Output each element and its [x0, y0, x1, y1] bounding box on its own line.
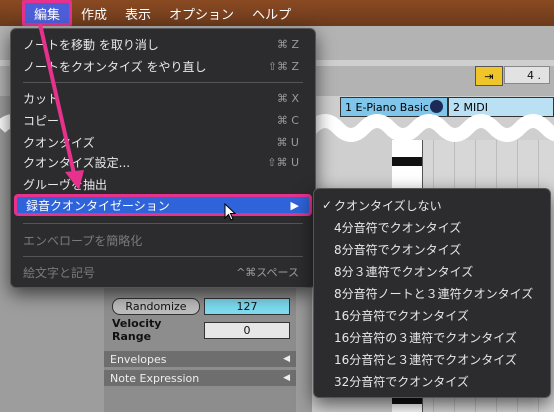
menu-item-label: エンベロープを簡略化 — [23, 233, 143, 248]
menu-item-label: ノートをクオンタイズ をやり直し — [23, 59, 207, 74]
submenu-item-label: クオンタイズしない — [334, 198, 442, 213]
submenu-item-label: 16分音符の３連符でクオンタイズ — [334, 330, 517, 345]
note-expression-label: Note Expression — [110, 371, 200, 385]
menu-item-shortcut: ⇧⌘ U — [267, 155, 299, 169]
submenu-item-eighth-triplet[interactable]: 8分３連符でクオンタイズ — [314, 260, 550, 282]
menu-item-shortcut: ⌘ Z — [276, 37, 299, 51]
randomize-row: Randomize 127 — [104, 296, 296, 316]
submenu-arrow-icon: ▶ — [290, 198, 299, 212]
menu-create[interactable]: 作成 — [72, 0, 116, 26]
menu-item-shortcut: ⌘ X — [276, 91, 299, 105]
record-quantization-submenu: ✓ クオンタイズしない 4分音符でクオンタイズ 8分音符でクオンタイズ 8分３連… — [313, 188, 551, 398]
menu-item-label: コピー — [23, 113, 60, 128]
mouse-cursor-icon — [224, 203, 236, 221]
menu-item-shortcut: ^⌘スペース — [236, 266, 299, 279]
velocity-range-label: Velocity Range — [112, 317, 162, 343]
submenu-item-label: 8分音符でクオンタイズ — [334, 242, 462, 257]
submenu-item-label: 32分音符でクオンタイズ — [334, 374, 469, 389]
menu-separator — [23, 223, 303, 224]
note-expression-section[interactable]: Note Expression ◀ — [104, 370, 296, 386]
submenu-item-label: 8分音符ノートと３連符クオンタイズ — [334, 286, 534, 301]
submenu-item-label: 8分３連符でクオンタイズ — [334, 264, 474, 279]
menu-item-undo[interactable]: ノートを移動 を取り消し ⌘ Z — [11, 33, 315, 55]
menu-separator — [23, 256, 303, 257]
menu-separator — [23, 82, 303, 83]
menu-options[interactable]: オプション — [160, 0, 243, 26]
edit-menu: ノートを移動 を取り消し ⌘ Z ノートをクオンタイズ をやり直し ⇧⌘ Z カ… — [10, 28, 316, 288]
submenu-item-no-quantize[interactable]: ✓ クオンタイズしない — [314, 194, 550, 216]
submenu-item-sixteenth-triplet[interactable]: 16分音符の３連符でクオンタイズ — [314, 326, 550, 348]
submenu-item-eighth-and-triplet[interactable]: 8分音符ノートと３連符クオンタイズ — [314, 282, 550, 304]
submenu-item-sixteenth-and-triplet[interactable]: 16分音符と３連符でクオンタイズ — [314, 348, 550, 370]
menu-item-simplify-envelope: エンベロープを簡略化 — [11, 229, 315, 251]
menu-item-shortcut: ⇧⌘ Z — [267, 59, 299, 73]
menu-item-emoji[interactable]: 絵文字と記号 ^⌘スペース — [11, 261, 315, 283]
menu-bar: 編集 作成 表示 オプション ヘルプ — [0, 0, 554, 26]
randomize-button[interactable]: Randomize — [112, 297, 200, 315]
menu-view[interactable]: 表示 — [116, 0, 160, 26]
velocity-range-row: Velocity Range 0 — [104, 317, 296, 343]
follow-button[interactable]: ⇥ — [475, 66, 503, 86]
menu-item-redo[interactable]: ノートをクオンタイズ をやり直し ⇧⌘ Z — [11, 55, 315, 77]
menu-item-shortcut: ⌘ U — [276, 135, 299, 149]
menu-item-label: クオンタイズ — [23, 135, 95, 150]
submenu-item-quarter[interactable]: 4分音符でクオンタイズ — [314, 216, 550, 238]
submenu-item-label: 16分音符でクオンタイズ — [334, 308, 469, 323]
menu-item-label: カット — [23, 91, 60, 106]
menu-item-quantize[interactable]: クオンタイズ ⌘ U — [11, 131, 315, 153]
envelopes-label: Envelopes — [110, 352, 167, 366]
collapse-icon: ◀ — [283, 373, 290, 383]
checkmark-icon: ✓ — [322, 198, 333, 212]
menu-item-record-quantization[interactable]: 録音クオンタイゼーション ▶ — [14, 194, 312, 216]
menu-item-cut[interactable]: カット ⌘ X — [11, 87, 315, 109]
menu-edit[interactable]: 編集 — [22, 0, 73, 26]
menu-item-quantize-settings[interactable]: クオンタイズ設定... ⇧⌘ U — [11, 151, 315, 173]
submenu-item-sixteenth[interactable]: 16分音符でクオンタイズ — [314, 304, 550, 326]
menu-help[interactable]: ヘルプ — [243, 0, 300, 26]
menu-item-label: 録音クオンタイゼーション — [26, 198, 170, 213]
velocity-range-value[interactable]: 0 — [204, 321, 290, 339]
envelopes-section[interactable]: Envelopes ◀ — [104, 351, 296, 367]
app-menu-icon[interactable] — [0, 0, 22, 26]
menu-item-label: ノートを移動 を取り消し — [23, 37, 159, 52]
menu-item-label: グルーヴを抽出 — [23, 177, 108, 192]
menu-item-extract-groove[interactable]: グルーヴを抽出 — [11, 173, 315, 195]
randomize-value[interactable]: 127 — [204, 297, 290, 315]
collapse-icon: ◀ — [283, 354, 290, 364]
submenu-item-eighth[interactable]: 8分音符でクオンタイズ — [314, 238, 550, 260]
submenu-item-label: 4分音符でクオンタイズ — [334, 220, 462, 235]
menu-item-label: クオンタイズ設定... — [23, 155, 131, 170]
menu-item-copy[interactable]: コピー ⌘ C — [11, 109, 315, 131]
submenu-item-thirty-second[interactable]: 32分音符でクオンタイズ — [314, 370, 550, 392]
menu-item-shortcut: ⌘ C — [276, 113, 299, 127]
quantize-value-field[interactable]: 4 . — [504, 66, 550, 84]
submenu-item-label: 16分音符と３連符でクオンタイズ — [334, 352, 517, 367]
menu-item-label: 絵文字と記号 — [23, 265, 96, 280]
